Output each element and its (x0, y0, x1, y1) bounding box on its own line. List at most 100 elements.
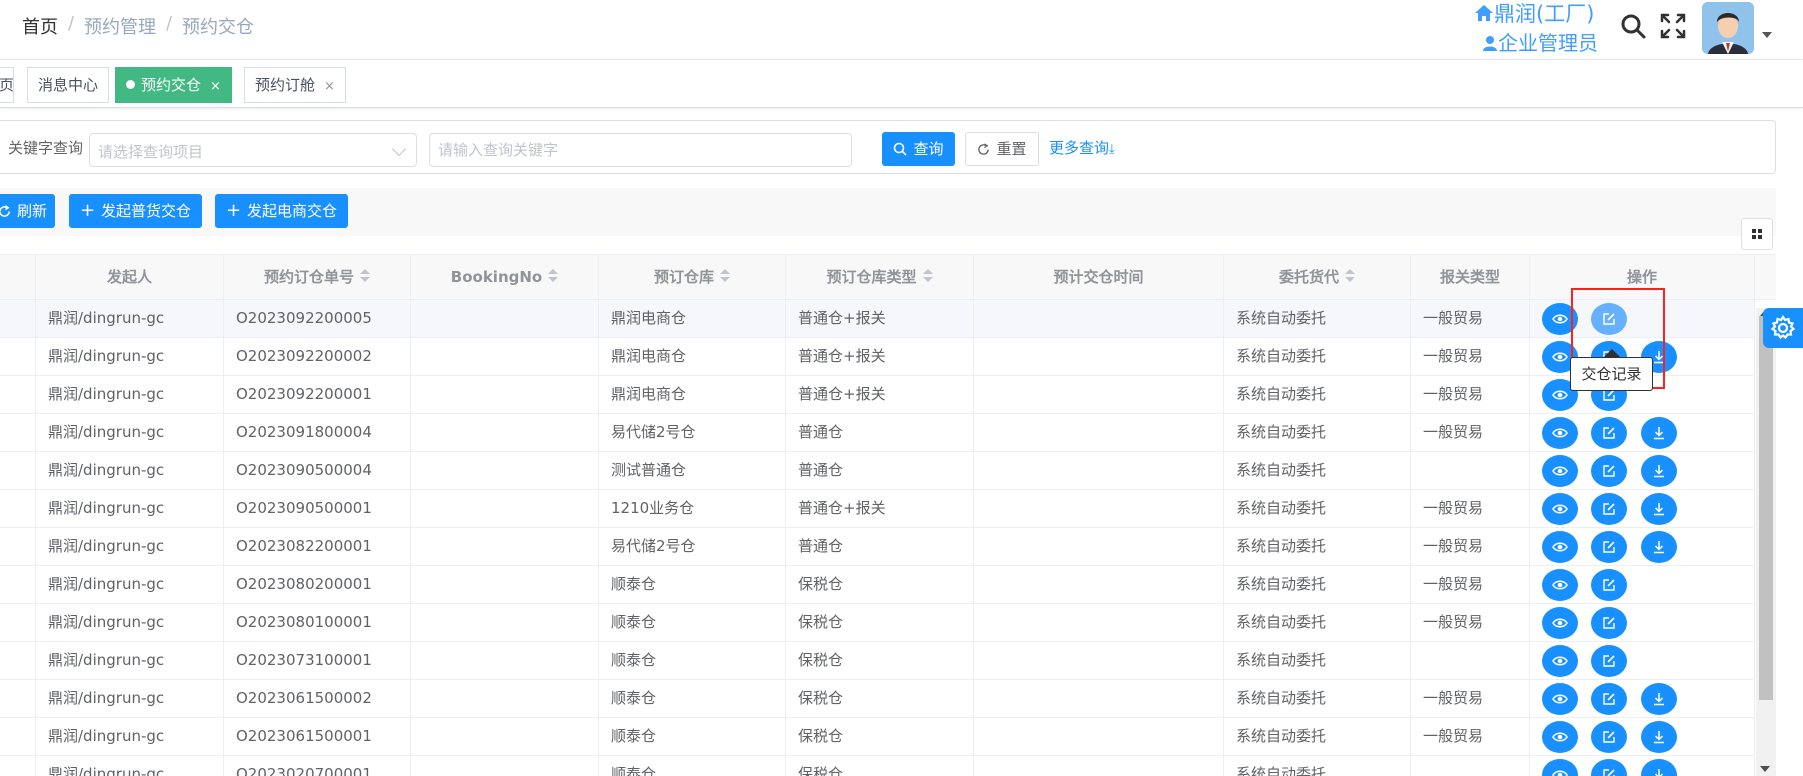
view-button[interactable] (1542, 531, 1578, 563)
table-row[interactable]: 鼎润/dingrun-gc O2023073100001 顺泰仓 保税仓 系统自动委托 (0, 642, 1755, 680)
view-button[interactable] (1542, 759, 1578, 776)
table-row[interactable]: 鼎润/dingrun-gc O2023061500001 顺泰仓 保税仓 系统自动委托一… (0, 718, 1755, 756)
view-button[interactable] (1542, 645, 1578, 677)
sort-icon[interactable] (720, 268, 730, 283)
download-button[interactable] (1641, 417, 1677, 449)
query-item-select[interactable]: 请选择查询项目 (89, 133, 417, 167)
table-row[interactable]: 鼎润/dingrun-gc O2023092200002 鼎润电商仓 普通仓+报关 系统… (0, 338, 1755, 376)
sort-icon[interactable] (922, 268, 933, 283)
sort-icon[interactable] (1345, 268, 1355, 283)
view-button[interactable] (1542, 683, 1578, 715)
table-row[interactable]: 鼎润/dingrun-gc O2023090500001 1210业务仓 普通仓+报关… (0, 490, 1755, 528)
download-button[interactable] (1641, 721, 1677, 753)
chevron-down-icon[interactable] (1762, 32, 1772, 38)
download-button[interactable] (1641, 683, 1677, 715)
view-button[interactable] (1542, 721, 1578, 753)
reset-button[interactable]: 重置 (965, 132, 1039, 166)
table-row[interactable]: 鼎润/dingrun-gc O2023080200001 顺泰仓 保税仓 系统自动委托一… (0, 566, 1755, 604)
sort-icon[interactable] (360, 268, 370, 283)
cell-eta (974, 680, 1224, 718)
close-icon[interactable]: × (324, 79, 335, 94)
view-button[interactable] (1542, 569, 1578, 601)
delivery-record-button[interactable] (1591, 683, 1627, 715)
cell-actions (1530, 642, 1755, 680)
table-row[interactable]: 鼎润/dingrun-gc O2023091800004 易代储2号仓 普通仓 系统自动… (0, 414, 1755, 452)
table-row[interactable]: 鼎润/dingrun-gc O2023090500004 测试普通仓 普通仓 系统自动委… (0, 452, 1755, 490)
column-header-booking-no[interactable]: BookingNo (411, 255, 599, 301)
cell-customs-type: 一般贸易 (1411, 414, 1530, 452)
cell-booking-no (411, 718, 599, 756)
search-icon[interactable] (1619, 12, 1647, 40)
delivery-record-button[interactable] (1591, 645, 1627, 677)
cell-warehouse: 测试普通仓 (599, 452, 786, 490)
cell-warehouse: 顺泰仓 (599, 604, 786, 642)
column-header-warehouse-type[interactable]: 预订仓库类型 (786, 255, 974, 301)
download-button[interactable] (1641, 455, 1677, 487)
breadcrumb-home[interactable]: 首页 (22, 13, 58, 39)
cell-warehouse: 鼎润电商仓 (599, 300, 786, 338)
scrollbar-thumb[interactable] (1759, 316, 1773, 700)
query-button-label: 查询 (913, 140, 944, 158)
cell-agent: 系统自动委托 (1224, 300, 1411, 338)
download-button[interactable] (1641, 759, 1677, 776)
more-query-link[interactable]: 更多查询⤓ (1049, 137, 1115, 158)
delivery-record-button[interactable] (1591, 455, 1627, 487)
view-button[interactable] (1542, 607, 1578, 639)
scroll-down-icon[interactable] (1760, 766, 1770, 772)
view-button[interactable] (1542, 493, 1578, 525)
cell-eta (974, 338, 1224, 376)
theme-settings-button[interactable] (1763, 308, 1803, 348)
keyword-input[interactable] (430, 134, 851, 166)
cell-agent: 系统自动委托 (1224, 756, 1411, 776)
add-ecom-delivery-button[interactable]: + 发起电商交仓 (215, 194, 348, 228)
company-name-label: 鼎润(工厂) (1494, 2, 1595, 26)
avatar[interactable] (1702, 2, 1754, 54)
table-row[interactable]: 鼎润/dingrun-gc O2023020700001 顺泰仓 保税仓 系统自动委托 (0, 756, 1755, 776)
download-button[interactable] (1641, 531, 1677, 563)
cell-booking-no (411, 756, 599, 776)
cell-initiator: 鼎润/dingrun-gc (36, 604, 224, 642)
close-icon[interactable]: × (210, 79, 221, 94)
column-settings-button[interactable] (1741, 218, 1773, 250)
column-header-order-no[interactable]: 预约订仓单号 (224, 255, 411, 301)
delivery-record-button[interactable] (1591, 531, 1627, 563)
delivery-record-button[interactable] (1591, 721, 1627, 753)
delivery-record-button[interactable] (1591, 417, 1627, 449)
cell-order-no: O2023090500004 (224, 452, 411, 490)
sort-icon[interactable] (548, 268, 559, 283)
table-row[interactable]: 鼎润/dingrun-gc O2023092200005 鼎润电商仓 普通仓+报关 系统… (0, 300, 1755, 338)
table-row[interactable]: 鼎润/dingrun-gc O2023061500002 顺泰仓 保税仓 系统自动委托一… (0, 680, 1755, 718)
column-header-warehouse[interactable]: 预订仓库 (599, 255, 786, 301)
cell-initiator: 鼎润/dingrun-gc (36, 642, 224, 680)
table-row[interactable]: 鼎润/dingrun-gc O2023080100001 顺泰仓 保税仓 系统自动委托一… (0, 604, 1755, 642)
delivery-record-button[interactable] (1591, 493, 1627, 525)
tab-home[interactable]: 页 (0, 67, 14, 103)
table-row[interactable]: 鼎润/dingrun-gc O2023082200001 易代储2号仓 普通仓 系统自动… (0, 528, 1755, 566)
breadcrumb-booking-mgmt[interactable]: 预约管理 (84, 13, 156, 39)
tab-booking-delivery[interactable]: 预约交仓 × (115, 67, 232, 103)
table-header: 发起人 预约订仓单号 BookingNo 预订仓库 预订仓库类型 预计交仓时间 … (0, 254, 1776, 301)
delivery-record-button[interactable] (1591, 569, 1627, 601)
tab-booking-space[interactable]: 预约订舱 × (244, 67, 346, 103)
add-normal-delivery-button[interactable]: + 发起普货交仓 (69, 194, 202, 228)
tab-message-center[interactable]: 消息中心 (27, 67, 110, 103)
query-button[interactable]: 查询 (882, 132, 955, 166)
cell-index (0, 300, 36, 338)
cell-booking-no (411, 490, 599, 528)
cell-eta (974, 604, 1224, 642)
cell-eta (974, 756, 1224, 776)
cell-booking-no (411, 680, 599, 718)
cell-customs-type (1411, 452, 1530, 490)
view-button[interactable] (1542, 417, 1578, 449)
table-row[interactable]: 鼎润/dingrun-gc O2023092200001 鼎润电商仓 普通仓+报关 系统… (0, 376, 1755, 414)
refresh-button[interactable]: 刷新 (0, 194, 55, 228)
column-header-eta: 预计交仓时间 (974, 255, 1224, 301)
column-header-label: 预计交仓时间 (1053, 268, 1144, 286)
download-button[interactable] (1641, 493, 1677, 525)
delivery-record-button[interactable] (1591, 607, 1627, 639)
delivery-record-button[interactable] (1591, 759, 1627, 776)
eye-icon (1552, 425, 1568, 441)
view-button[interactable] (1542, 455, 1578, 487)
fullscreen-icon[interactable] (1659, 12, 1687, 40)
column-header-agent[interactable]: 委托货代 (1224, 255, 1411, 301)
